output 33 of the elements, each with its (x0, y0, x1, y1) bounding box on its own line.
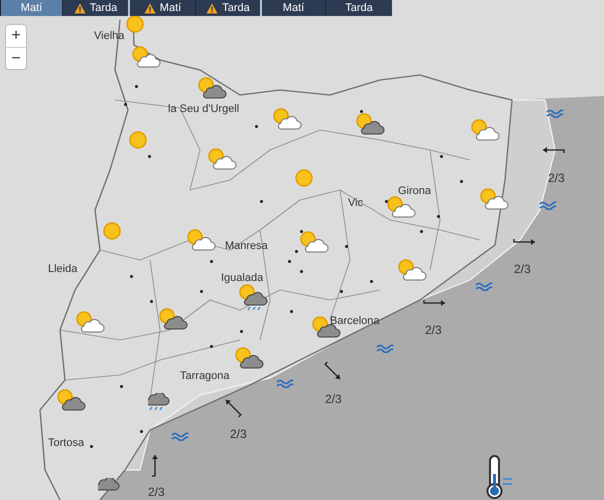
period-tab[interactable]: Tarda (62, 0, 128, 16)
city-label: Barcelona (330, 316, 380, 327)
period-tab[interactable]: Matí (128, 0, 195, 16)
city-label: Tortosa (48, 438, 84, 449)
thermometer-icon (484, 454, 514, 500)
waves-icon (376, 344, 394, 353)
wave-height-label: 2/3 (325, 393, 342, 405)
wave-height-label: 2/3 (548, 172, 565, 184)
warning-icon (74, 2, 86, 14)
period-tab[interactable]: Matí (0, 0, 62, 16)
city-label: Lleida (48, 264, 78, 275)
zoom-in-button[interactable]: + (6, 25, 26, 47)
city-label: Girona (398, 186, 432, 197)
waves-icon (546, 109, 564, 118)
wave-height-label: 2/3 (425, 324, 442, 336)
city-label: Igualada (221, 273, 264, 284)
warning-icon (206, 2, 218, 14)
city-label: Tarragona (180, 371, 230, 382)
waves-icon (539, 201, 557, 210)
city-label: la Seu d'Urgell (168, 104, 240, 115)
city-label: Vic (348, 198, 364, 209)
waves-icon (171, 432, 189, 441)
waves-icon (276, 379, 294, 388)
period-tab[interactable]: Matí (260, 0, 325, 16)
wave-height-label: 2/3 (514, 263, 531, 275)
waves-icon (475, 282, 493, 291)
wave-height-label: 2/3 (230, 428, 247, 440)
period-tab[interactable]: Tarda (325, 0, 392, 16)
zoom-out-button[interactable]: − (6, 47, 26, 69)
warning-icon (144, 2, 156, 14)
city-label: Manresa (225, 241, 268, 252)
period-tab[interactable]: Tarda (195, 0, 260, 16)
wave-height-label: 2/3 (148, 486, 165, 498)
